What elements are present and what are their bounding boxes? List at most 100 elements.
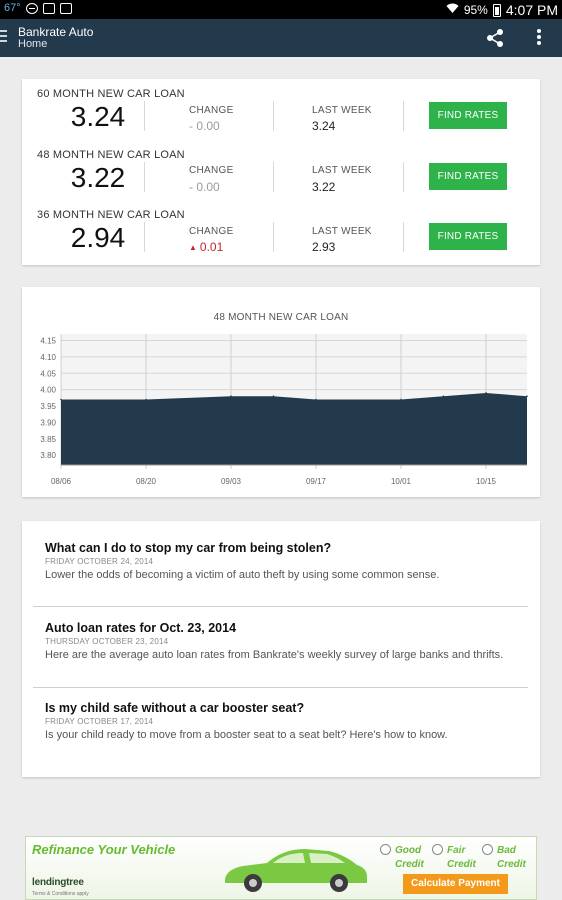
news-item[interactable]: Auto loan rates for Oct. 23, 2014 THURSD…: [22, 601, 540, 681]
radio-button[interactable]: [482, 844, 493, 855]
change-value: ▲ 0.01: [189, 240, 223, 254]
data-point: [526, 395, 528, 398]
divider: [144, 222, 145, 252]
option-label: Bad: [497, 845, 516, 856]
change-label: CHANGE: [189, 226, 234, 237]
option-label: Credit: [395, 859, 424, 870]
divider: [273, 222, 274, 252]
last-week-label: LAST WEEK: [312, 165, 372, 176]
radio-button[interactable]: [380, 844, 391, 855]
status-bar-right: 95% 4:07 PM: [446, 2, 558, 18]
rate-row-60-month: 60 MONTH NEW CAR LOAN 3.24 CHANGE - 0.00…: [22, 79, 540, 139]
divider: [403, 162, 404, 192]
y-tick-label: 4.10: [40, 353, 56, 362]
y-tick-label: 3.80: [40, 451, 56, 460]
data-point: [315, 398, 317, 401]
rate-row-48-month: 48 MONTH NEW CAR LOAN 3.22 CHANGE - 0.00…: [22, 140, 540, 200]
news-date: FRIDAY OCTOBER 24, 2014: [45, 557, 154, 566]
app-bar: Bankrate Auto Home: [0, 19, 562, 57]
find-rates-button[interactable]: FIND RATES: [429, 223, 507, 250]
data-point: [442, 395, 445, 398]
rates-card: 60 MONTH NEW CAR LOAN 3.24 CHANGE - 0.00…: [22, 79, 540, 265]
news-date: FRIDAY OCTOBER 17, 2014: [45, 717, 154, 726]
rate-history-chart: 3.80 3.85 3.90 3.95 4.00 4.05 4.10 4.15 08/06 08/…: [40, 334, 528, 486]
divider: [273, 162, 274, 192]
data-point: [145, 398, 147, 401]
find-rates-button[interactable]: FIND RATES: [429, 102, 507, 129]
rate-value: 3.24: [70, 101, 126, 132]
last-week-value: 3.24: [312, 119, 336, 133]
app-subtitle: Home: [18, 38, 48, 50]
radio-button[interactable]: [432, 844, 443, 855]
news-date: THURSDAY OCTOBER 23, 2014: [45, 637, 169, 646]
up-arrow-icon: ▲: [189, 243, 197, 252]
x-tick-label: 09/17: [306, 477, 327, 486]
credit-option-fair[interactable]: Fair Credit: [432, 844, 476, 870]
news-item[interactable]: What can I do to stop my car from being …: [22, 521, 540, 601]
app-title: Bankrate Auto: [18, 25, 94, 39]
last-week-value: 2.93: [312, 240, 336, 254]
x-tick-label: 10/01: [391, 477, 412, 486]
last-week-label: LAST WEEK: [312, 105, 372, 116]
last-week-label: LAST WEEK: [312, 226, 372, 237]
option-label: Fair: [447, 845, 466, 856]
loan-name: 60 MONTH NEW CAR LOAN: [37, 88, 185, 100]
ad-title: Refinance Your Vehicle: [32, 842, 176, 857]
news-card: What can I do to stop my car from being …: [22, 521, 540, 777]
news-title[interactable]: Auto loan rates for Oct. 23, 2014: [45, 621, 236, 635]
screen-cast-icon: [42, 2, 55, 14]
temperature-text: 67°: [4, 2, 21, 14]
news-title[interactable]: What can I do to stop my car from being …: [45, 541, 331, 555]
loan-name: 36 MONTH NEW CAR LOAN: [37, 209, 185, 221]
change-value: - 0.00: [189, 119, 220, 133]
rate-row-36-month: 36 MONTH NEW CAR LOAN 2.94 CHANGE ▲ 0.01 …: [22, 200, 540, 260]
credit-option-bad[interactable]: Bad Credit: [482, 844, 526, 870]
data-point: [230, 395, 232, 398]
clock-time: 4:07 PM: [505, 2, 558, 18]
rate-value: 3.22: [70, 162, 126, 193]
news-item[interactable]: Is my child safe without a car booster s…: [22, 681, 540, 761]
battery-percent: 95%: [463, 3, 488, 17]
divider: [144, 162, 145, 192]
y-tick-label: 4.05: [40, 369, 56, 378]
ad-terms[interactable]: Terms & Conditions apply: [32, 891, 89, 897]
y-tick-label: 3.85: [40, 435, 56, 444]
ad-banner[interactable]: Refinance Your Vehicle lendingtree Terms…: [25, 836, 537, 900]
calculate-payment-button[interactable]: Calculate Payment: [403, 874, 508, 894]
menu-icon[interactable]: [0, 30, 8, 42]
lendingtree-logo: lendingtree: [32, 877, 84, 888]
y-tick-label: 3.95: [40, 402, 56, 411]
find-rates-button[interactable]: FIND RATES: [429, 163, 507, 190]
x-tick-label: 08/20: [136, 477, 157, 486]
rate-history-chart-card: 48 MONTH NEW CAR LOAN 3.80 3.85 3.90 3.95 4.…: [22, 287, 540, 497]
x-tick-label: 08/06: [51, 477, 72, 486]
data-point: [400, 398, 402, 401]
change-label: CHANGE: [189, 105, 234, 116]
overflow-menu-icon[interactable]: [536, 29, 542, 47]
divider: [403, 222, 404, 252]
car-icon: [225, 849, 367, 892]
option-label: Credit: [447, 859, 476, 870]
credit-option-good[interactable]: Good Credit: [380, 844, 424, 870]
do-not-disturb-icon: [25, 2, 38, 14]
change-label: CHANGE: [189, 165, 234, 176]
data-point: [60, 398, 62, 401]
battery-icon: [492, 3, 501, 17]
x-tick-label: 10/15: [476, 477, 497, 486]
status-bar: 67° 95% 4:07 PM: [0, 0, 562, 19]
divider: [144, 101, 145, 131]
change-value: - 0.00: [189, 180, 220, 194]
status-bar-left: 67°: [4, 2, 72, 14]
message-icon: [59, 2, 72, 14]
option-label: Credit: [497, 859, 526, 870]
rate-value: 2.94: [70, 222, 126, 253]
news-title[interactable]: Is my child safe without a car booster s…: [45, 701, 304, 715]
x-tick-label: 09/03: [221, 477, 242, 486]
divider: [273, 101, 274, 131]
change-amount: 0.01: [199, 240, 224, 254]
loan-name: 48 MONTH NEW CAR LOAN: [37, 149, 185, 161]
wifi-icon: [446, 3, 459, 17]
y-tick-label: 4.00: [40, 386, 56, 395]
share-icon[interactable]: [486, 28, 504, 48]
data-point: [485, 392, 487, 394]
